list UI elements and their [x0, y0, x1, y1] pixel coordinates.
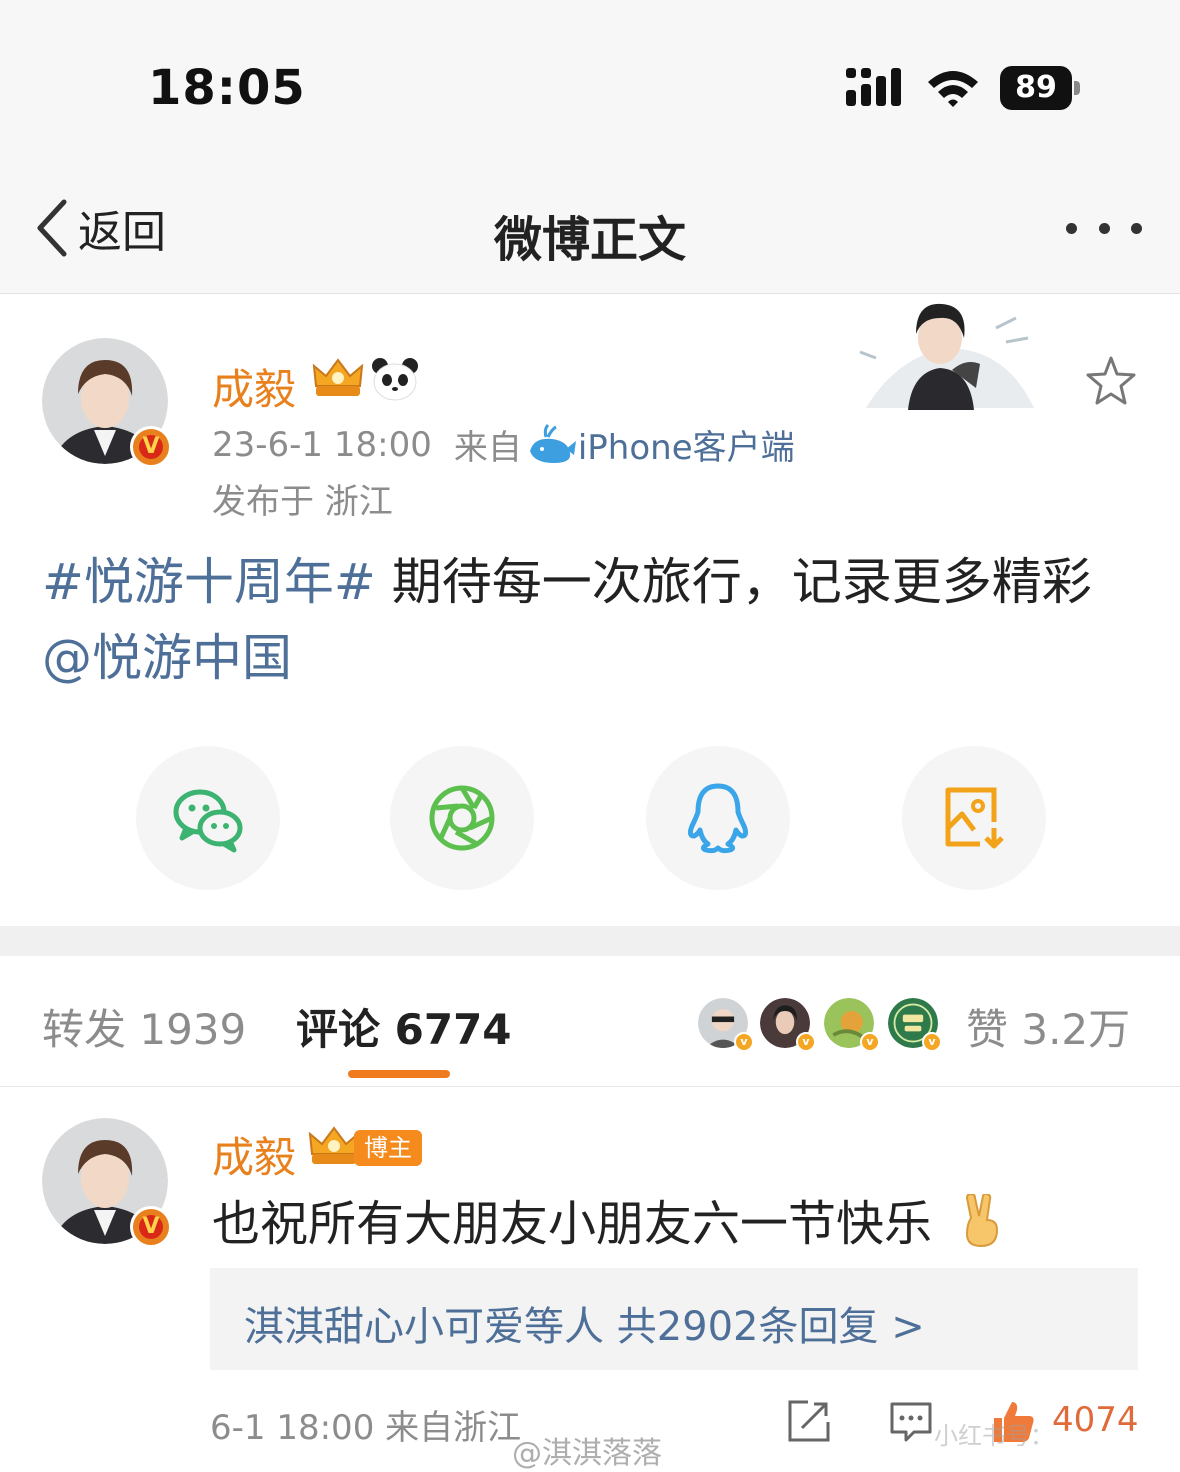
mention-link[interactable]: @悦游中国: [42, 629, 292, 687]
verified-badge-icon: V: [130, 1206, 172, 1248]
section-divider: [0, 926, 1180, 956]
more-dot-icon: [1131, 222, 1142, 234]
post-time: 23-6-1 18:00: [212, 424, 432, 465]
more-dot-icon: [1066, 222, 1077, 234]
watermark-secondary: 小红书号：: [934, 1422, 1054, 1450]
panda-icon: [372, 358, 418, 401]
battery-indicator: 89: [1000, 66, 1080, 110]
status-time: 18:05: [148, 60, 306, 116]
page-title: 微博正文: [493, 212, 686, 268]
post-content: #悦游十周年# 期待每一次旅行，记录更多精彩 @悦游中国: [42, 544, 1142, 696]
author-avatar[interactable]: V: [42, 338, 172, 468]
tab-repost[interactable]: 转发 1939: [42, 996, 246, 1057]
watermark: @淇淇落落: [512, 1436, 662, 1471]
post-location: 发布于 浙江: [212, 482, 393, 522]
more-dot-icon: [1098, 222, 1110, 234]
comment-content: 也祝所有大朋友小朋友六一节快乐: [212, 1184, 1005, 1254]
tab-comment[interactable]: 评论 6774: [296, 996, 512, 1057]
save-image-button[interactable]: [902, 746, 1046, 890]
liker-verified-icon: v: [860, 1032, 880, 1052]
verified-badge-icon: V: [130, 426, 172, 468]
source-prefix: 来自: [453, 428, 522, 468]
tab-likes[interactable]: 赞 3.2万: [966, 996, 1130, 1057]
comment-like-count: 4074: [1052, 1400, 1139, 1440]
wechat-icon: [173, 789, 243, 853]
post-meta: 23-6-1 18:00 来自 iPhone客户端: [212, 420, 795, 469]
author-sticker-image: [859, 303, 1034, 410]
share-wechat-button[interactable]: [136, 746, 280, 890]
more-options-button[interactable]: [1066, 218, 1142, 238]
author-name[interactable]: 成毅: [212, 356, 296, 417]
active-tab-indicator: [348, 1070, 450, 1078]
nav-bar: 返回 微博正文: [0, 170, 1180, 294]
tabs-divider: [0, 1086, 1180, 1087]
wifi-icon: [928, 71, 978, 107]
status-bar: 18:05 89: [0, 0, 1180, 170]
liker-verified-icon: v: [734, 1032, 754, 1052]
comment-text: 也祝所有大朋友小朋友六一节快乐: [212, 1196, 933, 1252]
replies-summary-text: 淇淇甜心小可爱等人 共2902条回复 >: [244, 1304, 925, 1350]
favorite-star-icon[interactable]: [1084, 354, 1138, 408]
comment-meta: 6-1 18:00 来自浙江: [210, 1408, 522, 1448]
moments-icon: [429, 785, 495, 851]
post-source-link[interactable]: iPhone客户端: [578, 420, 795, 469]
battery-level: 89: [1000, 66, 1072, 110]
comment-icon[interactable]: [888, 1398, 934, 1444]
liker-verified-icon: v: [922, 1032, 942, 1052]
battery-tip: [1074, 81, 1080, 95]
share-moments-button[interactable]: [390, 746, 534, 890]
save-image-icon: [945, 787, 1004, 849]
victory-hand-icon: [966, 1194, 999, 1248]
replies-summary[interactable]: 淇淇甜心小可爱等人 共2902条回复 >: [210, 1268, 1138, 1370]
commenter-name[interactable]: 成毅: [212, 1124, 296, 1185]
hashtag-link[interactable]: #悦游十周年#: [42, 553, 376, 611]
cellular-signal-icon: [846, 68, 901, 106]
share-qq-button[interactable]: [646, 746, 790, 890]
share-icon[interactable]: [786, 1398, 832, 1444]
post-body-text: 期待每一次旅行，记录更多精彩: [375, 553, 1092, 611]
blogger-badge: 博主: [354, 1130, 422, 1166]
crown-member-icon: [312, 358, 364, 396]
whale-icon: [529, 423, 576, 463]
qq-icon: [687, 783, 749, 854]
commenter-avatar[interactable]: V: [42, 1118, 172, 1248]
liker-verified-icon: v: [796, 1032, 816, 1052]
